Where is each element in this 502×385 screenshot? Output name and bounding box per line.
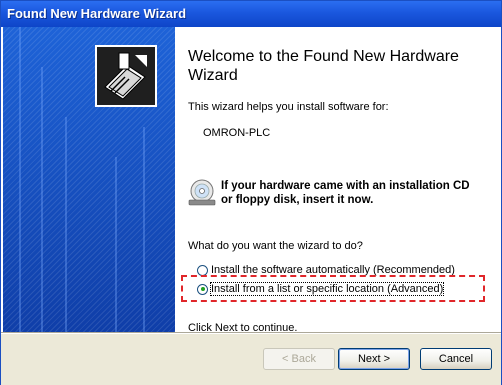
back-button[interactable]: < Back — [263, 348, 335, 370]
panel-decoration — [65, 117, 67, 333]
annotation-highlight-box — [181, 275, 485, 302]
title-bar[interactable]: Found New Hardware Wizard — [1, 1, 501, 27]
wizard-side-panel — [3, 27, 175, 333]
window-title: Found New Hardware Wizard — [7, 6, 187, 21]
wizard-window: Found New Hardware Wizard Welcome to the… — [0, 0, 502, 385]
cd-disc-icon — [187, 178, 217, 206]
page-title: Welcome to the Found New Hardware Wizard — [188, 48, 459, 84]
next-button[interactable]: Next > — [338, 348, 410, 370]
hardware-card-icon — [95, 45, 157, 107]
panel-decoration — [41, 67, 43, 333]
panel-decoration — [19, 27, 21, 333]
panel-decoration — [143, 127, 145, 333]
radio-button[interactable] — [197, 264, 208, 276]
cd-notice-line2: or floppy disk, insert it now. — [221, 194, 374, 206]
intro-text: This wizard helps you install software f… — [188, 101, 389, 113]
question-text: What do you want the wizard to do? — [188, 240, 363, 252]
cd-notice-line1: If your hardware came with an installati… — [221, 180, 470, 192]
device-name: OMRON-PLC — [203, 127, 271, 139]
panel-decoration — [115, 157, 117, 333]
button-bar: < Back Next > Cancel — [1, 333, 501, 385]
cancel-button[interactable]: Cancel — [420, 348, 492, 370]
